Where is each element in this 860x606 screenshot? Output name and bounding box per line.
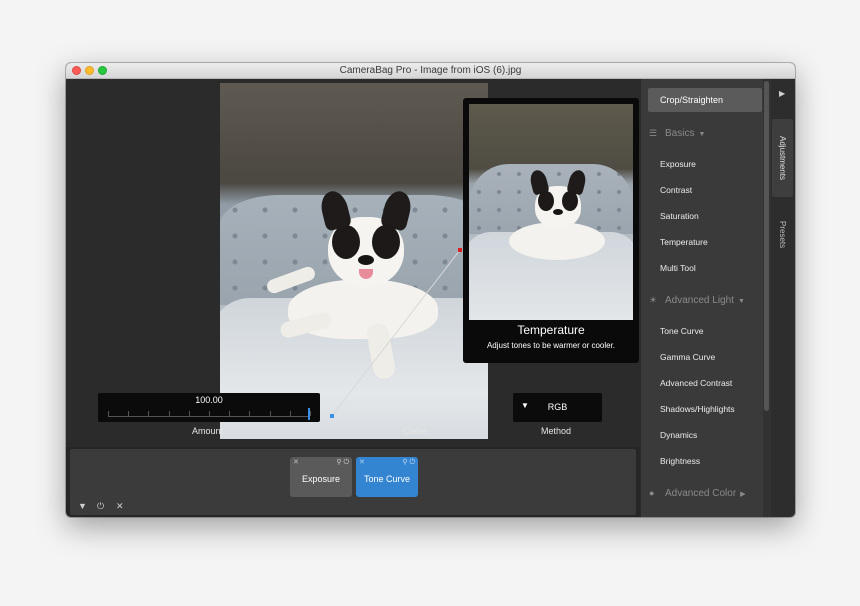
app-window: CameraBag Pro - Image from iOS (6).jpg 1… [66,63,795,517]
amount-slider-thumb[interactable] [308,408,310,420]
tone-curve-line [331,249,461,417]
amount-slider[interactable]: 100.00 [98,393,320,422]
tooltip-dog-nose [553,209,563,215]
amount-tick [108,411,109,416]
chevron-down-icon: ▼ [737,298,745,305]
clear-icon[interactable]: ✕ [116,501,124,512]
curve-point-low[interactable] [330,414,334,418]
panel-item-tone-curve[interactable]: Tone Curve [660,326,703,336]
panel-item-temperature[interactable]: Temperature [660,237,708,247]
panel-item-brightness[interactable]: Brightness [660,456,700,466]
amount-value: 100.00 [195,395,223,405]
amount-tick [189,411,190,416]
remove-icon[interactable]: ✕ [293,458,299,466]
tooltip-preview-image [469,104,633,320]
tray-tile-label: Tone Curve [363,474,411,484]
tooltip-dog-head [528,168,588,228]
amount-tick [148,411,149,416]
section-advanced-color[interactable]: ● Advanced Color ▶ [649,488,746,499]
title-bar: CameraBag Pro - Image from iOS (6).jpg [66,63,795,79]
color-circles-icon: ● [649,488,655,498]
remove-icon[interactable]: ✕ [359,458,365,466]
section-basics[interactable]: ☰ Basics ▼ [649,128,705,139]
amount-track-line [108,416,310,417]
scrollbar-thumb[interactable] [764,81,769,411]
amount-tick [249,411,250,416]
section-title: Advanced Light [665,295,734,306]
tab-presets[interactable]: Presets [772,205,793,265]
adjustment-tooltip: Temperature Adjust tones to be warmer or… [463,98,639,363]
amount-tick [229,411,230,416]
tooltip-dog-patch [562,191,578,211]
chevron-right-icon: ▶ [740,491,746,498]
sliders-icon: ☰ [649,128,658,138]
canvas-area: 100.00 Amount Curve ▼ RGB Method Tempera… [66,79,640,447]
panel-item-contrast[interactable]: Contrast [660,185,692,195]
tab-adjustments[interactable]: Adjustments [772,119,793,197]
crop-straighten-button[interactable]: Crop/Straighten [648,88,762,112]
pin-power-icons[interactable]: ⚲ ⏻ [336,458,349,467]
section-advanced-light[interactable]: ☀ Advanced Light ▼ [649,295,745,306]
tray-tile-label: Exposure [301,474,341,484]
collapse-tray-icon[interactable]: ▼ [78,501,87,511]
chevron-down-icon: ▼ [698,131,706,138]
section-title: Basics [665,128,695,139]
tooltip-title: Temperature [517,323,585,337]
panel-scrollbar[interactable] [763,79,771,517]
panel-item-gamma-curve[interactable]: Gamma Curve [660,352,715,362]
adjustment-tray: ✕ ⚲ ⏻ Exposure ✕ ⚲ ⏻ Tone Curve ▼ ⏻ ✕ [70,449,636,515]
amount-tick [290,411,291,416]
panel-item-exposure[interactable]: Exposure [660,159,696,169]
panel-item-shadows-highlights[interactable]: Shadows/Highlights [660,404,735,414]
tooltip-description: Adjust tones to be warmer or cooler. [486,341,616,350]
panel-item-multi-tool[interactable]: Multi Tool [660,263,696,273]
collapse-panel-icon[interactable]: ▶ [779,89,785,98]
panel-item-advanced-contrast[interactable]: Advanced Contrast [660,378,732,388]
power-icon[interactable]: ⏻ [97,501,104,512]
amount-label: Amount [192,426,224,436]
side-tab-strip: ▶ Adjustments Presets [771,79,795,517]
amount-tick [310,411,311,416]
amount-tick [128,411,129,416]
tray-tile-tone-curve[interactable]: ✕ ⚲ ⏻ Tone Curve [356,457,418,497]
amount-tick [270,411,271,416]
tray-tile-exposure[interactable]: ✕ ⚲ ⏻ Exposure [290,457,352,497]
window-title: CameraBag Pro - Image from iOS (6).jpg [339,65,522,76]
method-dropdown[interactable]: ▼ RGB [513,393,602,422]
panel-item-saturation[interactable]: Saturation [660,211,699,221]
pin-power-icons[interactable]: ⚲ ⏻ [402,458,415,467]
amount-track[interactable] [108,408,311,420]
amount-tick [169,411,170,416]
curve-label: Curve [403,426,428,436]
tooltip-dog-patch [538,191,554,211]
adjustments-panel: Crop/Straighten ☰ Basics ▼ Exposure Contra… [640,79,772,517]
panel-item-dynamics[interactable]: Dynamics [660,430,697,440]
amount-tick [209,411,210,416]
sun-icon: ☀ [649,295,658,305]
method-label: Method [541,426,572,436]
curve-point-high[interactable] [458,248,462,252]
method-value: RGB [547,402,568,412]
section-title: Advanced Color [665,488,737,499]
